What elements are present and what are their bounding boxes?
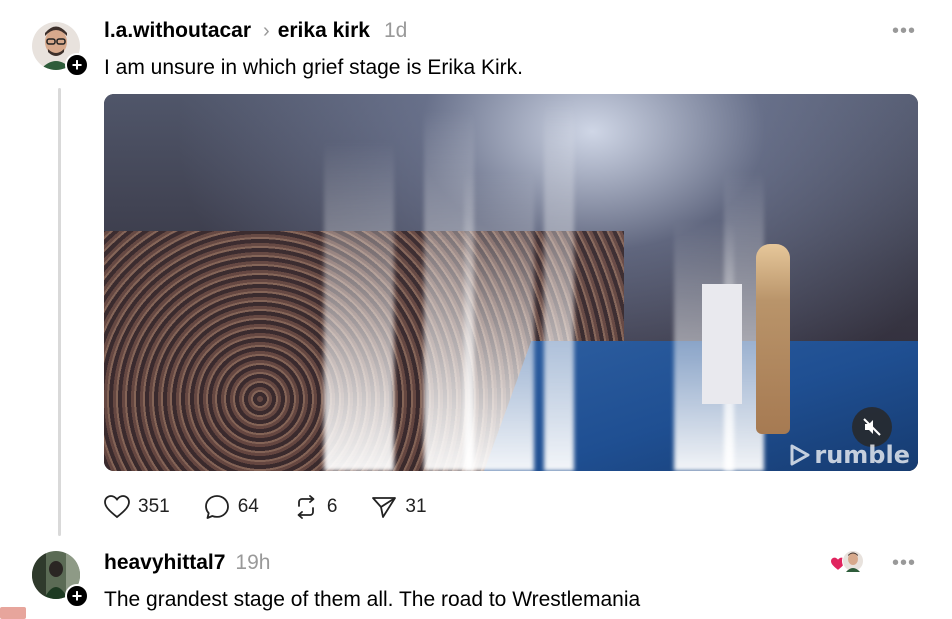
video-watermark: rumble bbox=[788, 441, 910, 469]
video-performer bbox=[756, 244, 790, 434]
repost-icon bbox=[297, 495, 315, 519]
share-icon bbox=[372, 497, 397, 518]
post-text: I am unsure in which grief stage is Erik… bbox=[104, 56, 523, 79]
post-time: 19h bbox=[235, 551, 271, 574]
firework-spark bbox=[544, 101, 574, 471]
ellipsis-icon: ••• bbox=[892, 20, 917, 42]
plus-icon: + bbox=[71, 55, 83, 75]
comment-icon bbox=[204, 495, 229, 519]
more-options-button[interactable]: ••• bbox=[892, 20, 916, 43]
play-icon bbox=[790, 444, 810, 466]
repost-button[interactable]: 6 bbox=[293, 494, 338, 520]
like-count: 351 bbox=[138, 496, 170, 517]
share-count: 31 bbox=[405, 496, 427, 517]
repost-count: 6 bbox=[326, 496, 338, 517]
chevron-right-icon: › bbox=[263, 19, 270, 42]
share-button[interactable]: 31 bbox=[371, 495, 427, 519]
liked-by-author-indicator bbox=[830, 550, 864, 572]
video-player[interactable]: rumble bbox=[104, 94, 918, 471]
follow-button[interactable]: + bbox=[65, 584, 89, 608]
post-header: l.a.withoutacar › erika kirk 1d bbox=[104, 19, 407, 43]
watermark-text: rumble bbox=[814, 441, 910, 469]
thread-line bbox=[58, 88, 61, 536]
partial-offscreen-element bbox=[0, 607, 26, 619]
comment-count: 64 bbox=[237, 496, 259, 517]
video-podium bbox=[702, 284, 742, 404]
firework-spark bbox=[324, 141, 394, 471]
post-header: heavyhittal7 19h bbox=[104, 551, 270, 575]
username[interactable]: heavyhittal7 bbox=[104, 551, 225, 575]
more-options-button[interactable]: ••• bbox=[892, 552, 916, 575]
post-text: The grandest stage of them all. The road… bbox=[104, 588, 641, 611]
volume-muted-icon bbox=[863, 418, 881, 436]
follow-button[interactable]: + bbox=[65, 53, 89, 77]
plus-icon: + bbox=[71, 586, 83, 606]
heart-icon bbox=[104, 495, 130, 519]
reply-to-username[interactable]: erika kirk bbox=[278, 19, 370, 43]
ellipsis-icon: ••• bbox=[892, 552, 917, 574]
like-button[interactable]: 351 bbox=[104, 495, 170, 519]
post-actions: 351 64 6 31 bbox=[104, 494, 427, 520]
comment-button[interactable]: 64 bbox=[204, 494, 259, 520]
author-mini-avatar bbox=[842, 550, 864, 572]
firework-spark bbox=[464, 171, 534, 471]
username[interactable]: l.a.withoutacar bbox=[104, 19, 251, 43]
post-time: 1d bbox=[383, 19, 408, 42]
